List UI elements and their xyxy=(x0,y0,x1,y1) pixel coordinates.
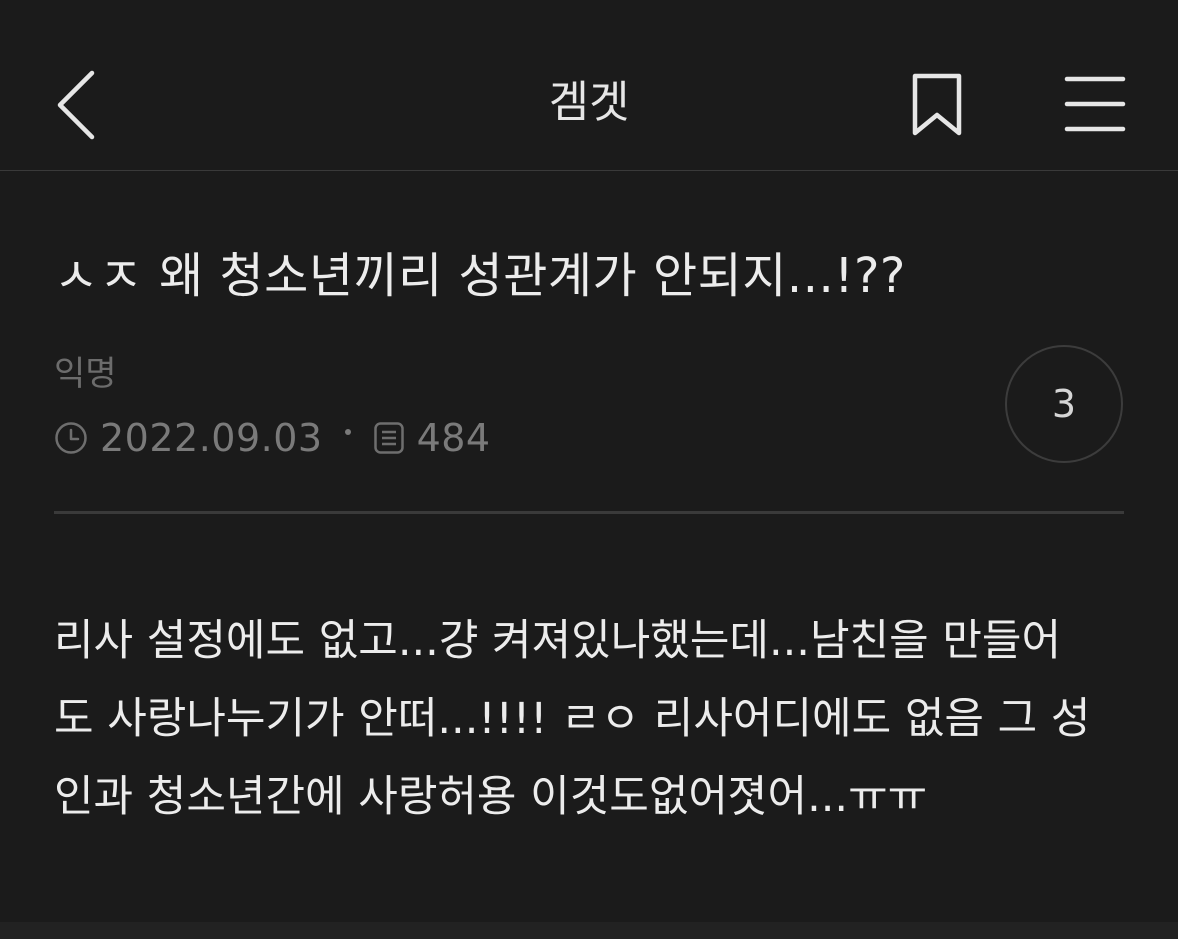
post-body-line: 도 사랑나누기가 안떠...!!!! ㄹㅇ 리사어디에도 없음 그 성 xyxy=(54,694,1091,744)
post-date: 2022.09.03 xyxy=(100,416,323,460)
view-count: 484 xyxy=(416,416,491,460)
back-button[interactable] xyxy=(40,60,120,150)
bottom-edge xyxy=(0,922,1178,939)
separator-dot xyxy=(344,429,351,435)
document-icon xyxy=(373,421,405,455)
author-name: 익명 xyxy=(54,354,117,394)
post-title: ㅅㅈ 왜 청소년끼리 성관계가 안되지...!?? xyxy=(54,248,906,304)
top-nav-bar: 겜겟 xyxy=(0,0,1178,171)
board-title: 겜겟 xyxy=(548,77,630,128)
comment-count-button[interactable]: 3 xyxy=(1005,345,1123,463)
bookmark-button[interactable] xyxy=(900,60,976,150)
post-body-line: 인과 청소년간에 사랑허용 이것도없어졋어...ㅠㅠ xyxy=(54,772,928,822)
post-meta: 2022.09.03 484 xyxy=(54,410,491,466)
comment-count: 3 xyxy=(1051,382,1077,426)
content-divider xyxy=(54,511,1124,514)
post-body: 리사 설정에도 없고...걍 켜져있나했는데...남친을 만들어 도 사랑나누기… xyxy=(54,602,1134,836)
hamburger-menu-icon xyxy=(1064,76,1126,132)
post-body-line: 리사 설정에도 없고...걍 켜져있나했는데...남친을 만들어 xyxy=(54,616,1062,666)
chevron-left-icon xyxy=(57,70,95,140)
bookmark-icon xyxy=(912,73,962,136)
clock-icon xyxy=(54,421,88,455)
menu-button[interactable] xyxy=(1052,60,1138,150)
